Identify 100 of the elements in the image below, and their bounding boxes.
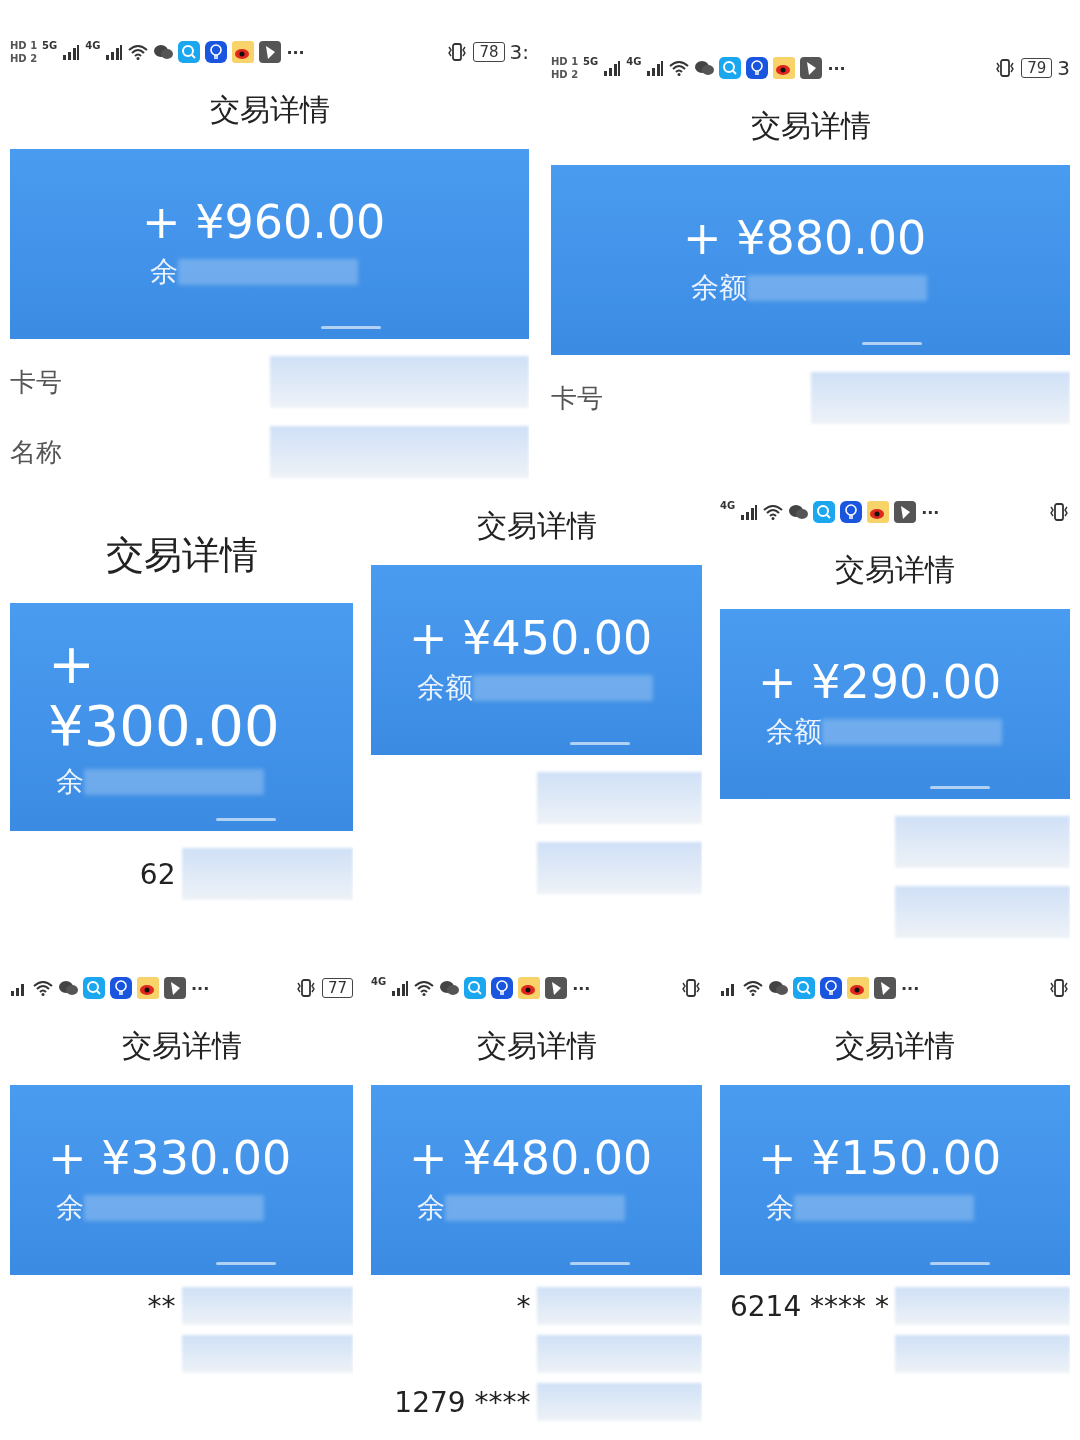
more-label: ··· xyxy=(921,502,940,522)
battery-level: 77 xyxy=(321,978,353,998)
wifi-icon xyxy=(763,504,784,520)
amount-text: + ¥150.00 xyxy=(758,1132,1003,1184)
more-label: ··· xyxy=(901,978,920,998)
app-icon xyxy=(164,977,186,999)
card-handle xyxy=(862,342,923,345)
more-label: ··· xyxy=(191,978,210,998)
signal-icon xyxy=(603,60,622,76)
eye-icon xyxy=(847,977,869,999)
page-title: 交易详情 xyxy=(104,532,259,579)
sim-label: HD 2 xyxy=(10,53,38,64)
amount-text: + ¥960.00 xyxy=(142,196,387,248)
field-value: 1279 **** xyxy=(394,1385,532,1419)
card-handle xyxy=(930,786,990,789)
page-title: 交易详情 xyxy=(120,1027,243,1065)
wifi-icon xyxy=(414,980,435,996)
app-icon xyxy=(259,41,282,63)
vibrate-icon xyxy=(1048,979,1070,997)
chat-icon xyxy=(788,504,809,520)
app-icon xyxy=(800,57,823,79)
balance-label: 余 xyxy=(56,1190,84,1227)
search-app-icon xyxy=(719,57,742,79)
lightbulb-icon xyxy=(820,977,842,999)
balance-label: 余 xyxy=(766,1190,794,1227)
wifi-icon xyxy=(128,44,149,60)
card-handle xyxy=(215,1262,276,1265)
page-title: 交易详情 xyxy=(749,107,872,145)
page-title: 交易详情 xyxy=(475,507,598,545)
eye-icon xyxy=(137,977,159,999)
page-title: 交易详情 xyxy=(475,1027,598,1065)
wifi-icon xyxy=(669,60,690,76)
amount-text: + ¥330.00 xyxy=(48,1132,293,1184)
chat-icon xyxy=(439,980,460,996)
status-time: 3 xyxy=(1057,56,1070,80)
search-app-icon xyxy=(793,977,815,999)
app-icon xyxy=(545,977,568,999)
field-label: 名称 xyxy=(10,435,62,469)
eye-icon xyxy=(518,977,541,999)
amount-text: + ¥480.00 xyxy=(409,1132,654,1184)
amount-text: + ¥880.00 xyxy=(683,212,928,264)
chat-icon xyxy=(153,44,174,60)
sim-label: HD 1 xyxy=(10,40,38,51)
battery-level: 79 xyxy=(1021,58,1053,78)
eye-icon xyxy=(232,41,255,63)
card-handle xyxy=(215,818,276,821)
amount-text: + ¥290.00 xyxy=(758,656,1003,708)
balance-label: 余额 xyxy=(417,670,473,707)
more-label: ··· xyxy=(286,42,305,62)
signal-icon xyxy=(740,504,759,520)
sim-label: HD 2 xyxy=(551,69,579,80)
status-time: 3: xyxy=(509,40,529,64)
card-handle xyxy=(569,742,630,745)
more-label: ··· xyxy=(572,978,591,998)
network-label: 5G xyxy=(583,56,599,67)
card-handle xyxy=(569,1262,630,1265)
wifi-icon xyxy=(743,980,763,996)
search-app-icon xyxy=(83,977,105,999)
signal-icon xyxy=(62,44,81,60)
vibrate-icon xyxy=(1048,503,1070,521)
lightbulb-icon xyxy=(491,977,514,999)
lightbulb-icon xyxy=(205,41,228,63)
amount-text: + ¥300.00 xyxy=(48,633,281,757)
network-label: 4G xyxy=(371,976,387,987)
balance-label: 余额 xyxy=(766,714,822,751)
page-title: 交易详情 xyxy=(208,91,331,129)
eye-icon xyxy=(867,501,890,523)
search-app-icon xyxy=(178,41,201,63)
chat-icon xyxy=(694,60,715,76)
search-app-icon xyxy=(813,501,836,523)
field-value: 6214 **** * xyxy=(729,1289,890,1323)
balance-label: 余 xyxy=(417,1190,445,1227)
balance-label: 余 xyxy=(56,763,84,800)
network-label: 4G xyxy=(626,56,642,67)
app-icon xyxy=(874,977,896,999)
field-label: 卡号 xyxy=(551,381,603,415)
sim-label: HD 1 xyxy=(551,56,579,67)
network-label: 5G xyxy=(42,40,58,51)
balance-label: 余额 xyxy=(691,270,747,307)
balance-label: 余 xyxy=(150,254,178,291)
page-title: 交易详情 xyxy=(834,551,956,589)
eye-icon xyxy=(773,57,796,79)
lightbulb-icon xyxy=(840,501,863,523)
field-value: * xyxy=(516,1289,532,1323)
network-label: 4G xyxy=(85,40,101,51)
vibrate-icon xyxy=(680,979,702,997)
signal-icon xyxy=(105,44,124,60)
search-app-icon xyxy=(464,977,487,999)
signal-icon xyxy=(391,980,410,996)
amount-text: + ¥450.00 xyxy=(409,612,654,664)
lightbulb-icon xyxy=(746,57,769,79)
more-label: ··· xyxy=(827,58,846,78)
page-title: 交易详情 xyxy=(834,1027,956,1065)
card-handle xyxy=(321,326,382,329)
battery-level: 78 xyxy=(473,42,505,62)
network-label: 4G xyxy=(720,500,736,511)
field-label: 卡号 xyxy=(10,365,62,399)
wifi-icon xyxy=(33,980,53,996)
field-value: 62 xyxy=(139,857,177,891)
app-icon xyxy=(894,501,917,523)
